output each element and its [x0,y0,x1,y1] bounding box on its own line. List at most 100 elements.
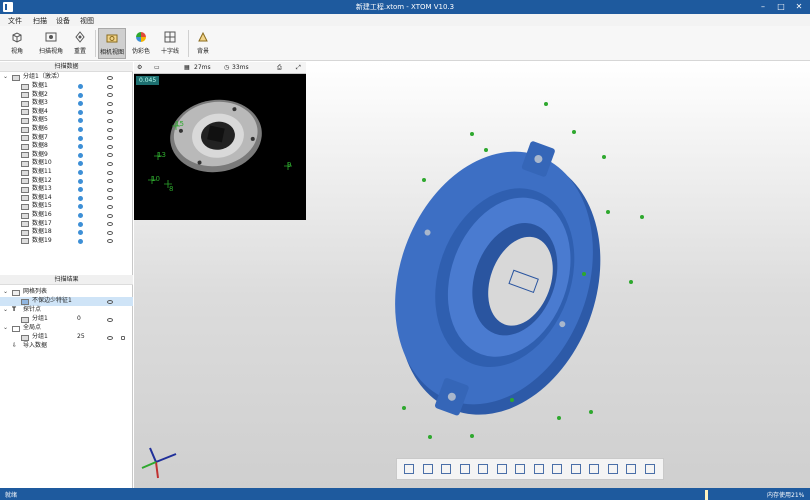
status-dot-icon[interactable] [78,144,83,150]
delete-icon[interactable] [459,463,471,475]
mesh-item-row[interactable]: 不保边少特征1 [0,297,133,306]
grid-icon[interactable] [625,463,637,475]
status-dot-icon[interactable] [78,161,83,167]
scan-data-row[interactable]: 数据15 [0,202,133,211]
scan-data-row[interactable]: 数据10 [0,159,133,168]
eye-icon[interactable] [107,196,113,201]
scan-data-row[interactable]: 数据5 [0,116,133,125]
scan-data-row[interactable]: 数据2 [0,91,133,100]
maximize-button[interactable]: □ [774,1,788,13]
reset-button[interactable]: 重置 [70,28,90,59]
eye-icon[interactable] [107,161,113,166]
scan-data-row[interactable]: 数据8 [0,142,133,151]
eye-icon[interactable] [107,75,113,80]
arrow-back-icon[interactable] [570,463,582,475]
cancel-icon[interactable] [551,463,563,475]
3d-viewport[interactable]: ⚙ ▭ ▦ 27ms ◷ 33ms ⎙ ⤢ 15 13 10 8 9 0.045 [134,62,810,488]
eye-icon[interactable] [107,213,113,218]
check-icon[interactable] [533,463,545,475]
close-button[interactable]: ✕ [792,1,806,13]
scan-data-row[interactable]: 数据17 [0,220,133,229]
eye-icon[interactable] [107,299,113,304]
mesh-list-row[interactable]: ⌄ 网格列表 [0,288,133,297]
scan-view-button[interactable]: 扫描视角 [34,28,68,59]
group-icon[interactable] [607,463,619,475]
eye-icon[interactable] [107,153,113,158]
probe-row[interactable]: ⌄ T 探针点 [0,306,133,315]
scan-data-row[interactable]: 数据4 [0,108,133,117]
lock-icon[interactable] [121,336,125,340]
status-dot-icon[interactable] [78,127,83,132]
distribute-icon[interactable] [588,463,600,475]
status-dot-icon[interactable] [78,152,83,158]
eye-icon[interactable] [107,317,113,322]
collapse-icon[interactable]: ⌄ [3,288,8,297]
menu-scan[interactable]: 扫描 [33,16,47,26]
eye-icon[interactable] [107,179,113,184]
scan-data-row[interactable]: 数据11 [0,168,133,177]
eye-icon[interactable] [107,127,113,132]
cut-icon[interactable] [477,463,489,475]
status-dot-icon[interactable] [78,178,83,184]
scan-data-row[interactable]: 数据3 [0,99,133,108]
target-icon[interactable] [644,463,656,475]
scan-data-row[interactable]: 数据7 [0,134,133,143]
status-dot-icon[interactable] [78,84,83,89]
eye-icon[interactable] [107,239,113,244]
remove-icon[interactable] [496,463,508,475]
minimize-button[interactable]: – [756,1,770,13]
select-rect-icon[interactable] [440,463,452,475]
collapse-icon[interactable]: ⌄ [3,324,8,333]
eye-icon[interactable] [107,136,113,141]
collapse-icon[interactable]: ⌄ [3,73,8,82]
eye-icon[interactable] [107,110,113,115]
eye-icon[interactable] [107,84,113,89]
eye-icon[interactable] [107,222,113,227]
menu-file[interactable]: 文件 [8,16,22,26]
status-dot-icon[interactable] [78,238,83,244]
tree-group-row[interactable]: ⌄ 分组1（激活） [0,73,133,82]
eye-icon[interactable] [107,230,113,235]
menu-device[interactable]: 设备 [56,16,70,26]
eye-icon[interactable] [107,204,113,209]
status-dot-icon[interactable] [78,170,83,175]
fit-icon[interactable] [514,463,526,475]
eye-icon[interactable] [107,93,113,98]
global-group-row[interactable]: 分组1 25 [0,333,133,342]
scan-data-row[interactable]: 数据13 [0,185,133,194]
status-dot-icon[interactable] [78,213,83,218]
pseudo-color-button[interactable]: 伪彩色 [130,28,152,59]
status-dot-icon[interactable] [78,135,83,141]
view-angle-button[interactable]: 视角 [4,28,30,59]
scan-data-row[interactable]: 数据12 [0,177,133,186]
scan-data-row[interactable]: 数据18 [0,228,133,237]
undo-icon[interactable] [422,463,434,475]
crosshair-button[interactable]: 十字线 [158,28,182,59]
eye-icon[interactable] [107,101,113,106]
status-dot-icon[interactable] [78,101,83,107]
status-dot-icon[interactable] [78,118,83,124]
status-dot-icon[interactable] [78,195,83,201]
eye-icon[interactable] [107,170,113,175]
background-button[interactable]: 背景 [192,28,214,59]
eye-icon[interactable] [107,335,113,340]
scan-data-row[interactable]: 数据1 [0,82,133,91]
align-icon[interactable] [403,463,415,475]
probe-group-row[interactable]: 分组1 0 [0,315,133,324]
scan-data-row[interactable]: 数据16 [0,211,133,220]
eye-icon[interactable] [107,144,113,149]
eye-icon[interactable] [107,187,113,192]
status-dot-icon[interactable] [78,109,83,115]
status-dot-icon[interactable] [78,92,83,98]
camera-view-button[interactable]: 相机视图 [98,28,126,59]
global-row[interactable]: ⌄ 全局点 [0,324,133,333]
status-dot-icon[interactable] [78,221,83,227]
collapse-icon[interactable]: ⌄ [3,306,8,315]
scan-data-row[interactable]: 数据6 [0,125,133,134]
eye-icon[interactable] [107,118,113,123]
status-dot-icon[interactable] [78,230,83,236]
status-dot-icon[interactable] [78,204,83,210]
scan-data-row[interactable]: 数据19 [0,237,133,246]
scan-data-row[interactable]: 数据14 [0,194,133,203]
status-dot-icon[interactable] [78,187,83,193]
